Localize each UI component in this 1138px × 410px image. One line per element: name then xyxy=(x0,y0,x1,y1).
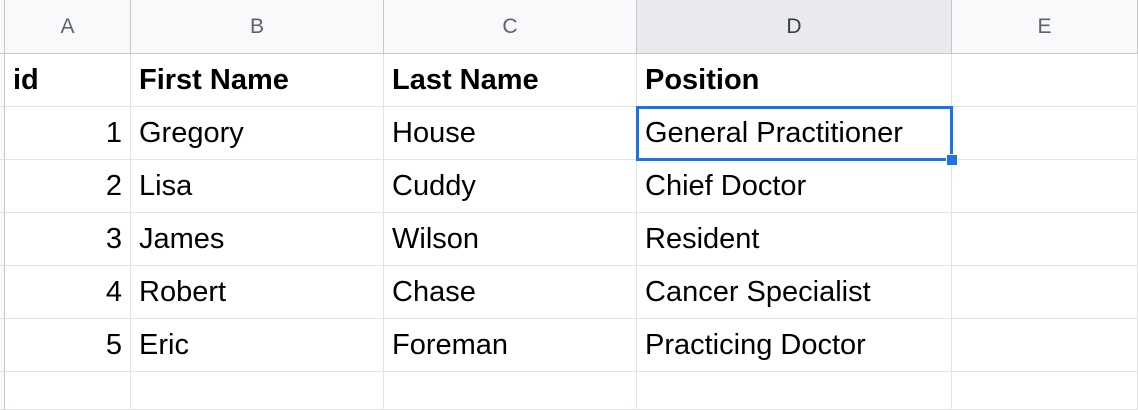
column-header-e[interactable]: E xyxy=(952,0,1138,54)
column-header-d[interactable]: D xyxy=(637,0,952,54)
cell-e6[interactable] xyxy=(952,319,1138,372)
cell-d3[interactable]: Chief Doctor xyxy=(637,160,952,213)
cell-d4[interactable]: Resident xyxy=(637,213,952,266)
cell-b1[interactable]: First Name xyxy=(131,54,384,107)
cell-a7[interactable] xyxy=(5,372,131,410)
cell-c3[interactable]: Cuddy xyxy=(384,160,637,213)
cell-c1[interactable]: Last Name xyxy=(384,54,637,107)
cell-d2-text: General Practitioner xyxy=(645,116,903,149)
cell-c2[interactable]: House xyxy=(384,107,637,160)
cell-d5[interactable]: Cancer Specialist xyxy=(637,266,952,319)
cell-c5[interactable]: Chase xyxy=(384,266,637,319)
cell-e7[interactable] xyxy=(952,372,1138,410)
cell-d1[interactable]: Position xyxy=(637,54,952,107)
cell-a2[interactable]: 1 xyxy=(5,107,131,160)
cell-e2[interactable] xyxy=(952,107,1138,160)
cell-c6[interactable]: Foreman xyxy=(384,319,637,372)
cell-e4[interactable] xyxy=(952,213,1138,266)
cell-d7[interactable] xyxy=(637,372,952,410)
cell-c4[interactable]: Wilson xyxy=(384,213,637,266)
cell-b4[interactable]: James xyxy=(131,213,384,266)
cell-a1[interactable]: id xyxy=(5,54,131,107)
cell-e5[interactable] xyxy=(952,266,1138,319)
cell-a3[interactable]: 2 xyxy=(5,160,131,213)
cell-b6[interactable]: Eric xyxy=(131,319,384,372)
cell-e3[interactable] xyxy=(952,160,1138,213)
column-header-a[interactable]: A xyxy=(5,0,131,54)
cell-b5[interactable]: Robert xyxy=(131,266,384,319)
cell-d6[interactable]: Practicing Doctor xyxy=(637,319,952,372)
cell-a5[interactable]: 4 xyxy=(5,266,131,319)
cell-e1[interactable] xyxy=(952,54,1138,107)
cell-a4[interactable]: 3 xyxy=(5,213,131,266)
cell-a6[interactable]: 5 xyxy=(5,319,131,372)
cell-b3[interactable]: Lisa xyxy=(131,160,384,213)
spreadsheet-grid: A B C D E id First Name Last Name Positi… xyxy=(0,0,1138,410)
fill-handle[interactable] xyxy=(946,154,958,166)
column-header-c[interactable]: C xyxy=(384,0,637,54)
cell-d2-selected[interactable]: General Practitioner xyxy=(636,106,958,166)
column-header-b[interactable]: B xyxy=(131,0,384,54)
cell-b2[interactable]: Gregory xyxy=(131,107,384,160)
cell-b7[interactable] xyxy=(131,372,384,410)
cell-c7[interactable] xyxy=(384,372,637,410)
